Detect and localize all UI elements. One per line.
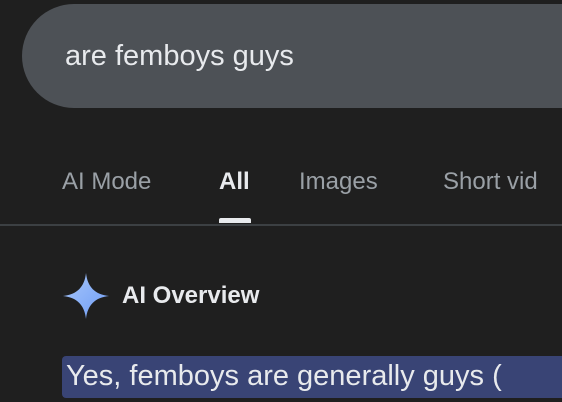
ai-overview-answer-highlight: Yes, femboys are generally guys ( (62, 356, 562, 398)
ai-overview-title: AI Overview (122, 282, 260, 309)
search-bar[interactable]: are femboys guys (22, 4, 562, 108)
tab-images[interactable]: Images (299, 168, 378, 196)
tab-ai-mode[interactable]: AI Mode (62, 168, 151, 196)
search-tabs: AI Mode All Images Short vid (0, 162, 562, 222)
sparkle-icon (63, 273, 109, 319)
ai-overview-answer-text: Yes, femboys are generally guys ( (66, 360, 502, 392)
tab-short-videos[interactable]: Short vid (443, 168, 538, 196)
tabs-divider (0, 224, 562, 226)
ai-overview-header: AI Overview (62, 272, 259, 320)
tab-all[interactable]: All (219, 168, 250, 196)
search-input[interactable]: are femboys guys (65, 40, 294, 73)
active-tab-indicator (219, 218, 251, 223)
search-results-page: are femboys guys AI Mode All Images Shor… (0, 0, 562, 402)
